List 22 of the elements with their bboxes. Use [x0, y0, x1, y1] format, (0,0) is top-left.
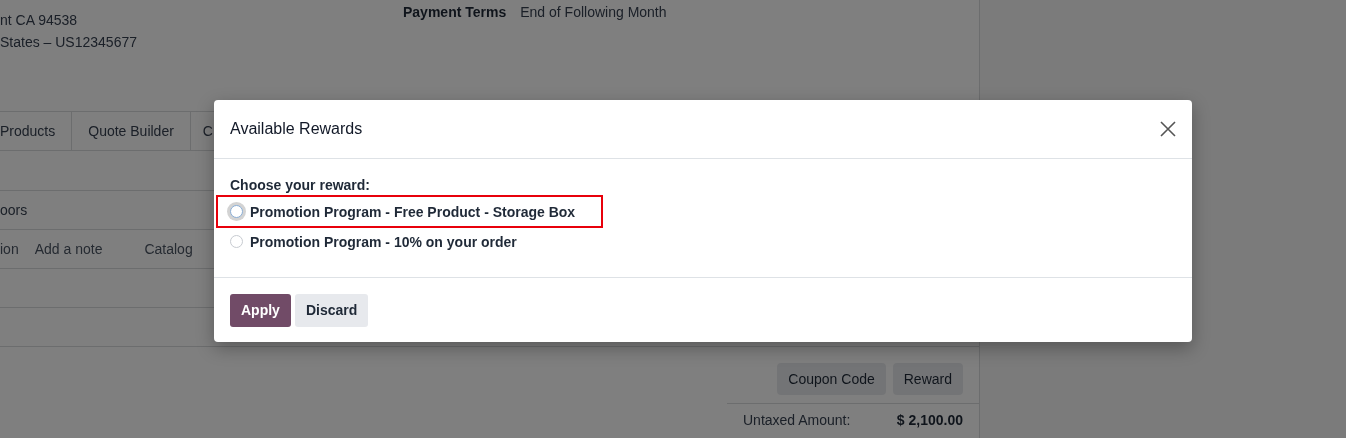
total-value: $ 2,100.00: [896, 412, 963, 428]
total-label: Untaxed Amount:: [743, 412, 851, 428]
tab[interactable]: Quote Builder: [72, 112, 191, 150]
option-label[interactable]: Promotion Program - Free Product - Storage Box: [250, 203, 576, 220]
radio-button[interactable]: [230, 235, 243, 248]
form-button[interactable]: Coupon Code: [777, 363, 886, 395]
discard-button[interactable]: Discard: [294, 293, 369, 327]
dialog-title: Available Rewards: [230, 120, 363, 138]
field-label: Payment Terms: [403, 4, 507, 20]
close-icon[interactable]: [1160, 121, 1176, 137]
apply-button[interactable]: Apply: [230, 293, 291, 327]
tab[interactable]: Products: [0, 112, 73, 150]
line-action-link[interactable]: ion: [0, 241, 19, 257]
form-button[interactable]: Reward: [892, 363, 963, 395]
prompt-label: Choose your reward:: [230, 177, 372, 193]
field-value: End of Following Month: [520, 4, 667, 20]
section-title: oors: [0, 202, 28, 218]
address-line: States – US12345677: [0, 33, 138, 52]
line-action-link[interactable]: Add a note: [34, 241, 103, 257]
line-action-link[interactable]: Catalog: [144, 241, 193, 257]
address-line: nt CA 94538: [0, 11, 79, 30]
option-label[interactable]: Promotion Program - 10% on your order: [250, 233, 517, 250]
